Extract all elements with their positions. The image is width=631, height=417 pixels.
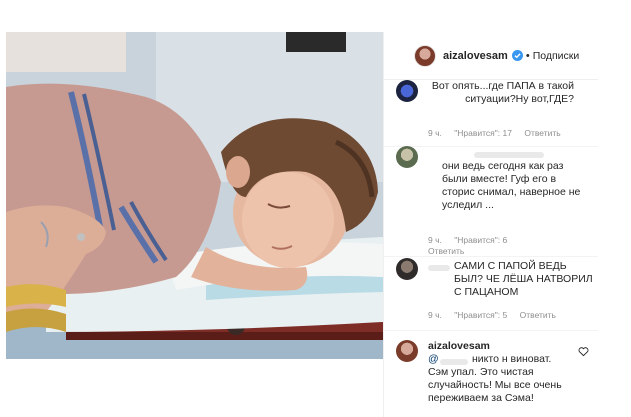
commenter-avatar[interactable] bbox=[396, 146, 418, 168]
comment-likes[interactable]: "Нравится": 17 bbox=[454, 128, 512, 138]
page-margin bbox=[598, 0, 631, 417]
commenter-avatar[interactable] bbox=[396, 80, 418, 102]
reply-button[interactable]: Ответить bbox=[520, 310, 556, 320]
heart-icon[interactable] bbox=[578, 346, 589, 357]
comment-time: 9 ч. bbox=[428, 235, 442, 245]
comment-time: 9 ч. bbox=[428, 310, 442, 320]
comment-meta: 9 ч. "Нравится": 6 bbox=[428, 235, 517, 245]
author-avatar[interactable] bbox=[414, 44, 436, 67]
comment-text: Вот опять...где ПАПА в такой ситуации?Ну… bbox=[431, 80, 574, 105]
commenter-avatar[interactable] bbox=[396, 340, 418, 362]
commenter-avatar[interactable] bbox=[396, 258, 418, 280]
comment-item: Вот опять...где ПАПА в такой ситуации?Ну… bbox=[384, 80, 598, 140]
comment-meta: 9 ч. "Нравится": 17 Ответить bbox=[428, 128, 571, 138]
comment-item: САМИ С ПАПОЙ ВЕДЬ БЫЛ? ЧЕ ЛЁША НАТВОРИЛ … bbox=[384, 258, 598, 320]
author-reply: aizalovesam @ никто н виноват. Сэм упал.… bbox=[384, 336, 598, 417]
comment-text: никто н виноват. Сэм упал. Это чистая сл… bbox=[428, 353, 562, 404]
post-photo bbox=[6, 32, 383, 359]
comment-item: они ведь сегодня как раз были вместе! Гу… bbox=[384, 146, 598, 256]
post-header: aizalovesam • Подписки bbox=[384, 32, 598, 80]
header-separator: • bbox=[525, 49, 530, 62]
verified-badge-icon bbox=[511, 50, 523, 61]
follow-status-button[interactable]: Подписки bbox=[533, 50, 580, 62]
author-username[interactable]: aizalovesam bbox=[443, 50, 508, 62]
comments-panel: aizalovesam • Подписки Вот опять...где П… bbox=[383, 32, 598, 417]
comment-text: САМИ С ПАПОЙ ВЕДЬ БЫЛ? ЧЕ ЛЁША НАТВОРИЛ … bbox=[454, 260, 593, 298]
comment-username-hidden bbox=[428, 262, 450, 275]
reply-button[interactable]: Ответить bbox=[524, 128, 560, 138]
divider bbox=[384, 256, 598, 257]
comment-author[interactable]: aizalovesam bbox=[428, 340, 588, 353]
comment-meta: 9 ч. "Нравится": 5 Ответить bbox=[428, 310, 566, 320]
comment-text: они ведь сегодня как раз были вместе! Гу… bbox=[442, 160, 581, 211]
comment-time: 9 ч. bbox=[428, 128, 442, 138]
divider bbox=[384, 330, 598, 331]
reply-button[interactable]: Ответить bbox=[428, 246, 464, 256]
comment-likes[interactable]: "Нравится": 6 bbox=[454, 235, 507, 245]
post-image bbox=[6, 32, 383, 359]
comment-meta-reply: Ответить bbox=[428, 246, 474, 256]
comment-likes[interactable]: "Нравится": 5 bbox=[454, 310, 507, 320]
